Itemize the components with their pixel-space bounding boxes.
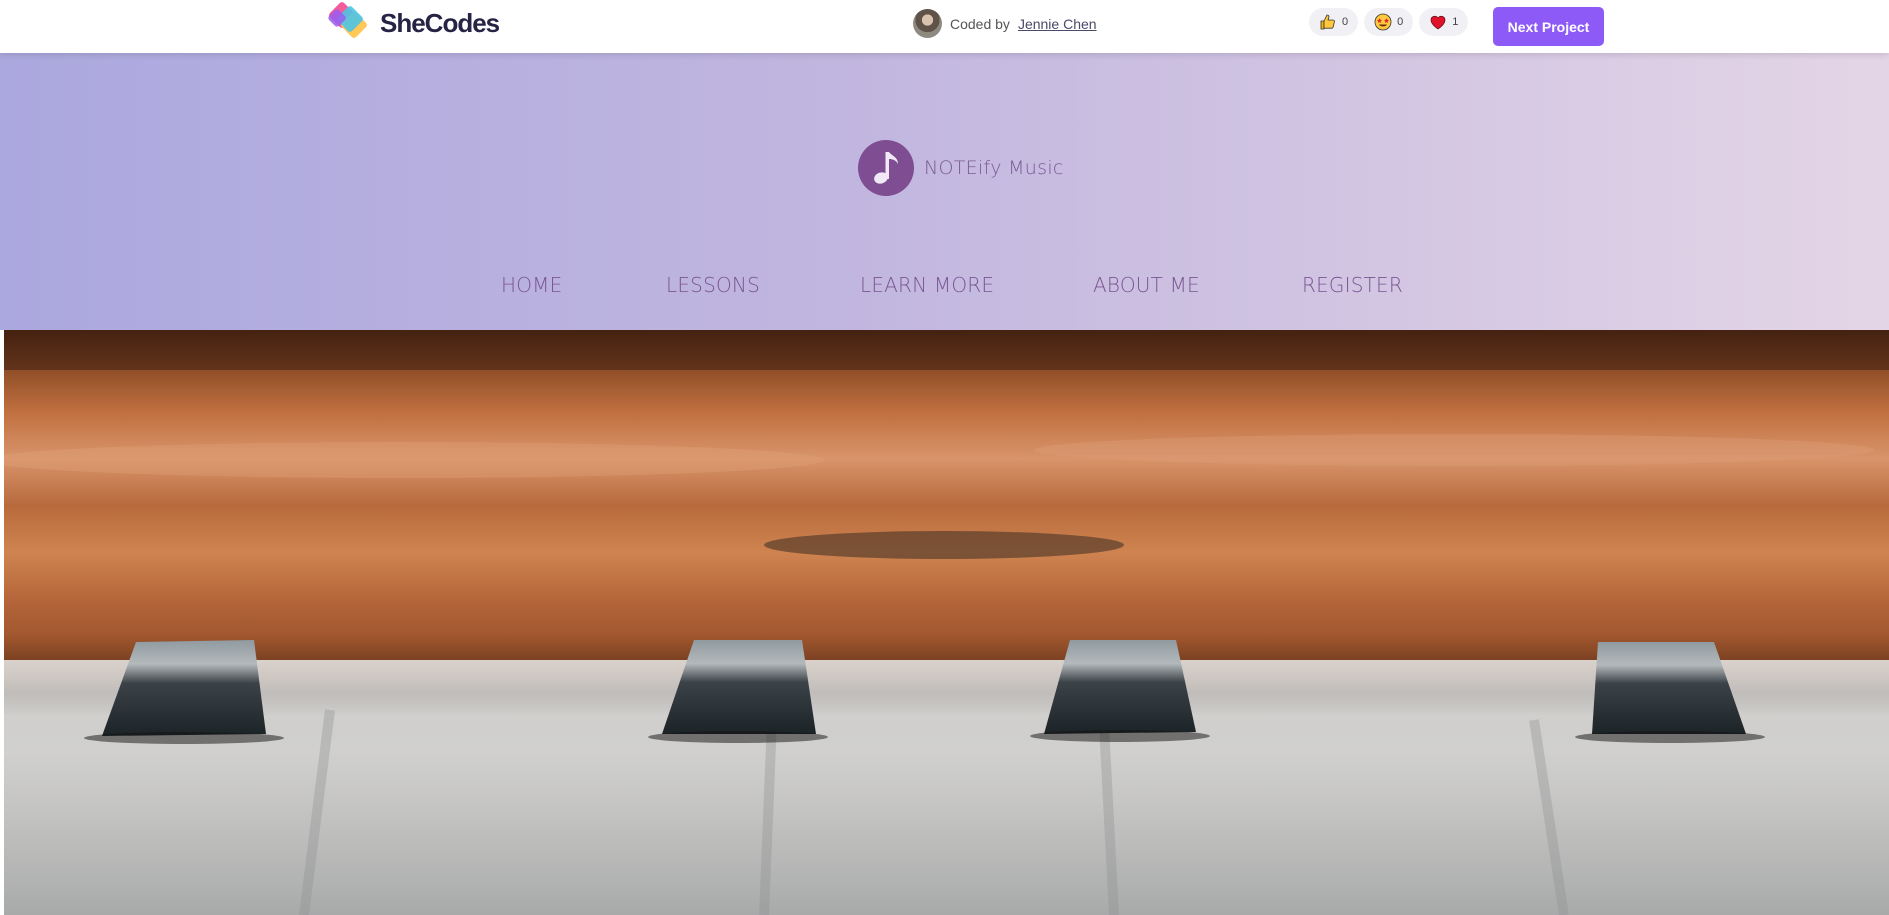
reaction-count: 0	[1342, 16, 1349, 28]
site-logo[interactable]: NOTEify Music	[858, 140, 1064, 196]
music-note-icon	[858, 140, 914, 196]
heart-icon	[1430, 15, 1446, 30]
reaction-heart[interactable]: 1	[1419, 8, 1469, 36]
nav-home[interactable]: HOME	[501, 273, 562, 297]
reaction-count: 1	[1452, 16, 1459, 28]
next-project-button[interactable]: Next Project	[1493, 7, 1604, 46]
site-header: NOTEify Music HOME LESSONS LEARN MORE AB…	[0, 53, 1889, 330]
thumbs-up-icon	[1320, 14, 1335, 30]
shecodes-topbar: SheCodes Coded by Jennie Chen 0 0 1 Next…	[0, 0, 1889, 53]
author-link[interactable]: Jennie Chen	[1018, 16, 1097, 32]
shecodes-logo-icon	[328, 2, 367, 38]
reaction-star-struck[interactable]: 0	[1364, 8, 1414, 36]
author-avatar	[913, 9, 942, 38]
nav-learn-more[interactable]: LEARN MORE	[860, 273, 994, 297]
site-nav: HOME LESSONS LEARN MORE ABOUT ME REGISTE…	[0, 273, 1889, 313]
coded-by-label: Coded by	[950, 15, 1010, 32]
star-struck-icon	[1374, 13, 1392, 31]
shecodes-brand[interactable]: SheCodes	[326, 1, 500, 45]
coded-by: Coded by Jennie Chen	[913, 9, 1097, 38]
hero-piano-image	[4, 330, 1889, 915]
site-name: NOTEify Music	[924, 157, 1064, 179]
nav-about-me[interactable]: ABOUT ME	[1093, 273, 1200, 297]
nav-register[interactable]: REGISTER	[1302, 273, 1403, 297]
reactions: 0 0 1	[1309, 8, 1469, 36]
reaction-thumbs-up[interactable]: 0	[1309, 8, 1359, 36]
shecodes-brand-name: SheCodes	[380, 7, 500, 38]
nav-lessons[interactable]: LESSONS	[666, 273, 760, 297]
reaction-count: 0	[1397, 16, 1404, 28]
piano-keys-illustration	[4, 330, 1889, 915]
